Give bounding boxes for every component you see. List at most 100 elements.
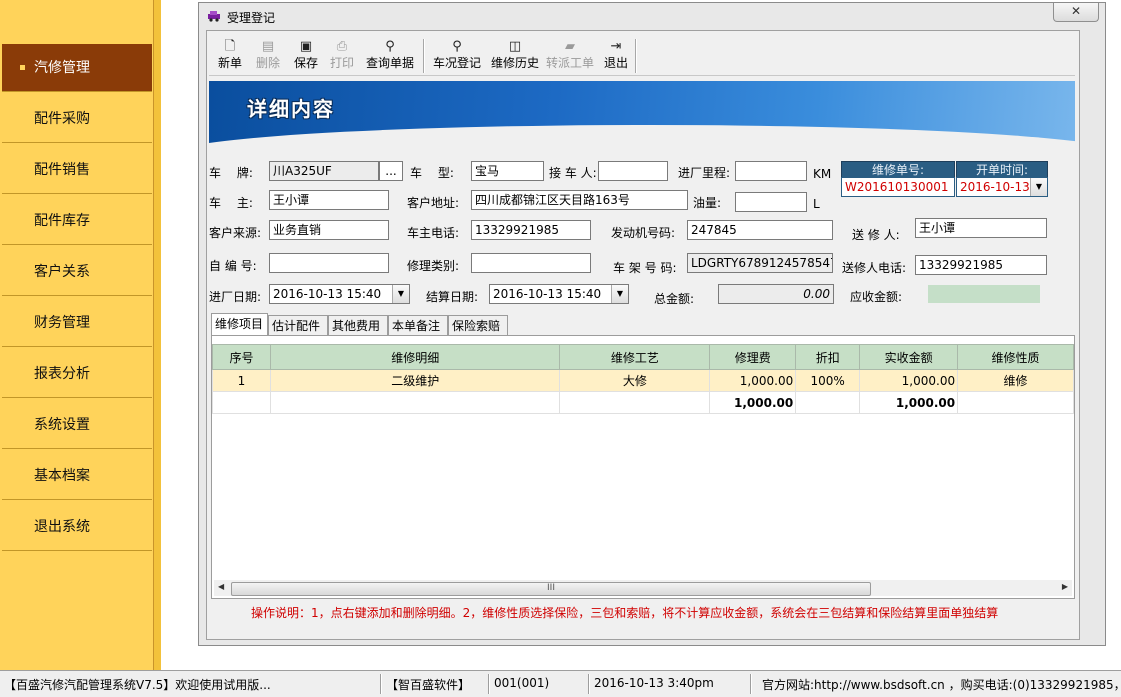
settle-date-picker[interactable]: 2016-10-13 15:40 ▼ xyxy=(489,284,629,304)
sidebar-item-label: 基本档案 xyxy=(34,468,90,484)
table-header-row: 序号 维修明细 维修工艺 修理费 折扣 实收金额 维修性质 xyxy=(212,344,1074,370)
repair-history-button[interactable]: ◫ 维修历史 xyxy=(488,37,542,75)
table-cell[interactable]: 1,000.00 xyxy=(709,369,797,392)
repair-type-field[interactable] xyxy=(471,253,591,273)
model-field[interactable]: 宝马 xyxy=(471,161,544,181)
tab-estimated-parts[interactable]: 估计配件 xyxy=(268,315,328,335)
status-company: 【智百盛软件】 xyxy=(386,678,471,692)
sidebar-item-settings[interactable]: 系统设置 xyxy=(2,401,152,449)
table-cell[interactable]: 二级维护 xyxy=(269,369,561,392)
sidebar-item-parts-purchase[interactable]: 配件采购 xyxy=(2,95,152,143)
table-cell[interactable]: 维修 xyxy=(957,369,1074,392)
chevron-down-icon[interactable]: ▼ xyxy=(611,285,628,303)
sidebar-item-repair[interactable]: 汽修管理 xyxy=(2,44,152,92)
table-cell[interactable]: 1,000.00 xyxy=(859,369,959,392)
order-no-field[interactable]: W201610130001 xyxy=(841,177,955,197)
owner-label: 车 主: xyxy=(209,196,253,210)
address-label: 客户地址: xyxy=(407,196,460,210)
query-button[interactable]: ⚲ 查询单据 xyxy=(363,37,417,75)
chevron-down-icon[interactable]: ▼ xyxy=(392,285,409,303)
code-label: 自 编 号: xyxy=(209,259,257,273)
engine-label: 发动机号码: xyxy=(611,226,676,240)
mileage-unit: KM xyxy=(813,167,832,181)
column-header[interactable]: 实收金额 xyxy=(859,344,959,370)
address-field[interactable]: 四川成都锦江区天目路163号 xyxy=(471,190,688,210)
sender-field[interactable]: 王小谭 xyxy=(915,218,1047,238)
scroll-left-icon[interactable]: ◀ xyxy=(218,582,224,591)
tab-order-notes[interactable]: 本单备注 xyxy=(388,315,448,335)
engine-field[interactable]: 247845 xyxy=(687,220,833,240)
sidebar-item-parts-sales[interactable]: 配件销售 xyxy=(2,146,152,194)
save-button[interactable]: ▣ 保存 xyxy=(291,37,321,75)
window-title: 受理登记 xyxy=(227,11,276,25)
table-row[interactable]: 1 二级维护 大修 1,000.00 100% 1,000.00 维修 xyxy=(212,369,1074,392)
tab-other-fees[interactable]: 其他费用 xyxy=(328,315,388,335)
sidebar-item-label: 客户关系 xyxy=(34,264,90,280)
mileage-label: 进厂里程: xyxy=(678,166,731,180)
delete-button[interactable]: ▤ 删除 xyxy=(253,37,283,75)
sidebar-item-reports[interactable]: 报表分析 xyxy=(2,350,152,398)
column-header[interactable]: 修理费 xyxy=(709,344,797,370)
mileage-field[interactable] xyxy=(735,161,807,181)
plate-field[interactable]: 川A325UF xyxy=(269,161,379,181)
banner-title: 详细内容 xyxy=(247,97,335,121)
sidebar-item-inventory[interactable]: 配件库存 xyxy=(2,197,152,245)
table-cell xyxy=(559,391,711,414)
tab-repair-items[interactable]: 维修项目 xyxy=(211,313,268,336)
scroll-right-icon[interactable]: ▶ xyxy=(1062,582,1068,591)
open-time-picker[interactable]: 2016-10-13 ▼ xyxy=(956,177,1048,197)
column-header[interactable]: 维修工艺 xyxy=(559,344,711,370)
status-separator xyxy=(750,674,752,694)
close-button[interactable]: ✕ xyxy=(1053,3,1099,22)
sidebar-item-base-data[interactable]: 基本档案 xyxy=(2,452,152,500)
print-button[interactable]: ⎙ 打印 xyxy=(327,37,357,75)
sidebar-item-label: 配件库存 xyxy=(34,213,90,229)
fuel-unit: L xyxy=(813,197,820,211)
binoculars-icon: ⚲ xyxy=(385,39,395,54)
entry-date-picker[interactable]: 2016-10-13 15:40 ▼ xyxy=(269,284,410,304)
exit-button[interactable]: ⇥ 退出 xyxy=(601,37,631,75)
repair-items-table: 序号 维修明细 维修工艺 修理费 折扣 实收金额 维修性质 1 二级维护 大修 … xyxy=(212,344,1074,414)
owner-field[interactable]: 王小谭 xyxy=(269,190,389,210)
window-titlebar[interactable]: 受理登记 ✕ xyxy=(199,3,1105,30)
sender-phone-label: 送修人电话: xyxy=(842,261,907,275)
column-header[interactable]: 维修明细 xyxy=(269,344,561,370)
entry-date-label: 进厂日期: xyxy=(209,290,262,304)
total-field: 0.00 xyxy=(718,284,834,304)
tab-insurance-claim[interactable]: 保险索赔 xyxy=(448,315,508,335)
column-header[interactable]: 维修性质 xyxy=(957,344,1074,370)
toolbar-separator xyxy=(423,39,425,73)
table-cell[interactable]: 大修 xyxy=(559,369,711,392)
car-icon xyxy=(208,11,220,22)
table-cell[interactable]: 1 xyxy=(212,369,271,392)
phone-field[interactable]: 13329921985 xyxy=(471,220,591,240)
column-header[interactable]: 折扣 xyxy=(795,344,861,370)
detail-banner: 详细内容 xyxy=(209,81,1075,145)
vehicle-check-button[interactable]: ⚲ 车况登记 xyxy=(430,37,484,75)
fuel-field[interactable] xyxy=(735,192,807,212)
table-total-row: 1,000.00 1,000.00 xyxy=(212,391,1074,414)
table-cell xyxy=(212,391,271,414)
dispatch-button[interactable]: ▰ 转派工单 xyxy=(543,37,597,75)
receiver-field[interactable] xyxy=(598,161,668,181)
horizontal-scrollbar[interactable]: ◀ III ▶ xyxy=(214,580,1072,596)
sidebar-item-label: 系统设置 xyxy=(34,417,90,433)
code-field[interactable] xyxy=(269,253,389,273)
chevron-down-icon[interactable]: ▼ xyxy=(1030,178,1047,196)
sender-phone-field[interactable]: 13329921985 xyxy=(915,255,1047,275)
table-cell: 1,000.00 xyxy=(709,391,797,414)
frame-field[interactable]: LDGRTY67891245785478 xyxy=(687,253,833,273)
column-header[interactable]: 序号 xyxy=(212,344,271,370)
repair-items-grid: 序号 维修明细 维修工艺 修理费 折扣 实收金额 维修性质 1 二级维护 大修 … xyxy=(211,335,1075,599)
receivable-field xyxy=(928,285,1040,303)
scrollbar-thumb[interactable]: III xyxy=(231,582,871,596)
source-field[interactable]: 业务直销 xyxy=(269,220,389,240)
sidebar-item-finance[interactable]: 财务管理 xyxy=(2,299,152,347)
status-app: 【百盛汽修汽配管理系统V7.5】欢迎使用试用版... xyxy=(4,678,271,692)
sidebar-item-exit[interactable]: 退出系统 xyxy=(2,503,152,551)
sidebar-item-customers[interactable]: 客户关系 xyxy=(2,248,152,296)
new-button[interactable]: 🗋 新单 xyxy=(215,37,245,75)
banner-curve xyxy=(209,125,1075,145)
plate-lookup-button[interactable]: ... xyxy=(379,161,403,181)
table-cell[interactable]: 100% xyxy=(795,369,861,392)
